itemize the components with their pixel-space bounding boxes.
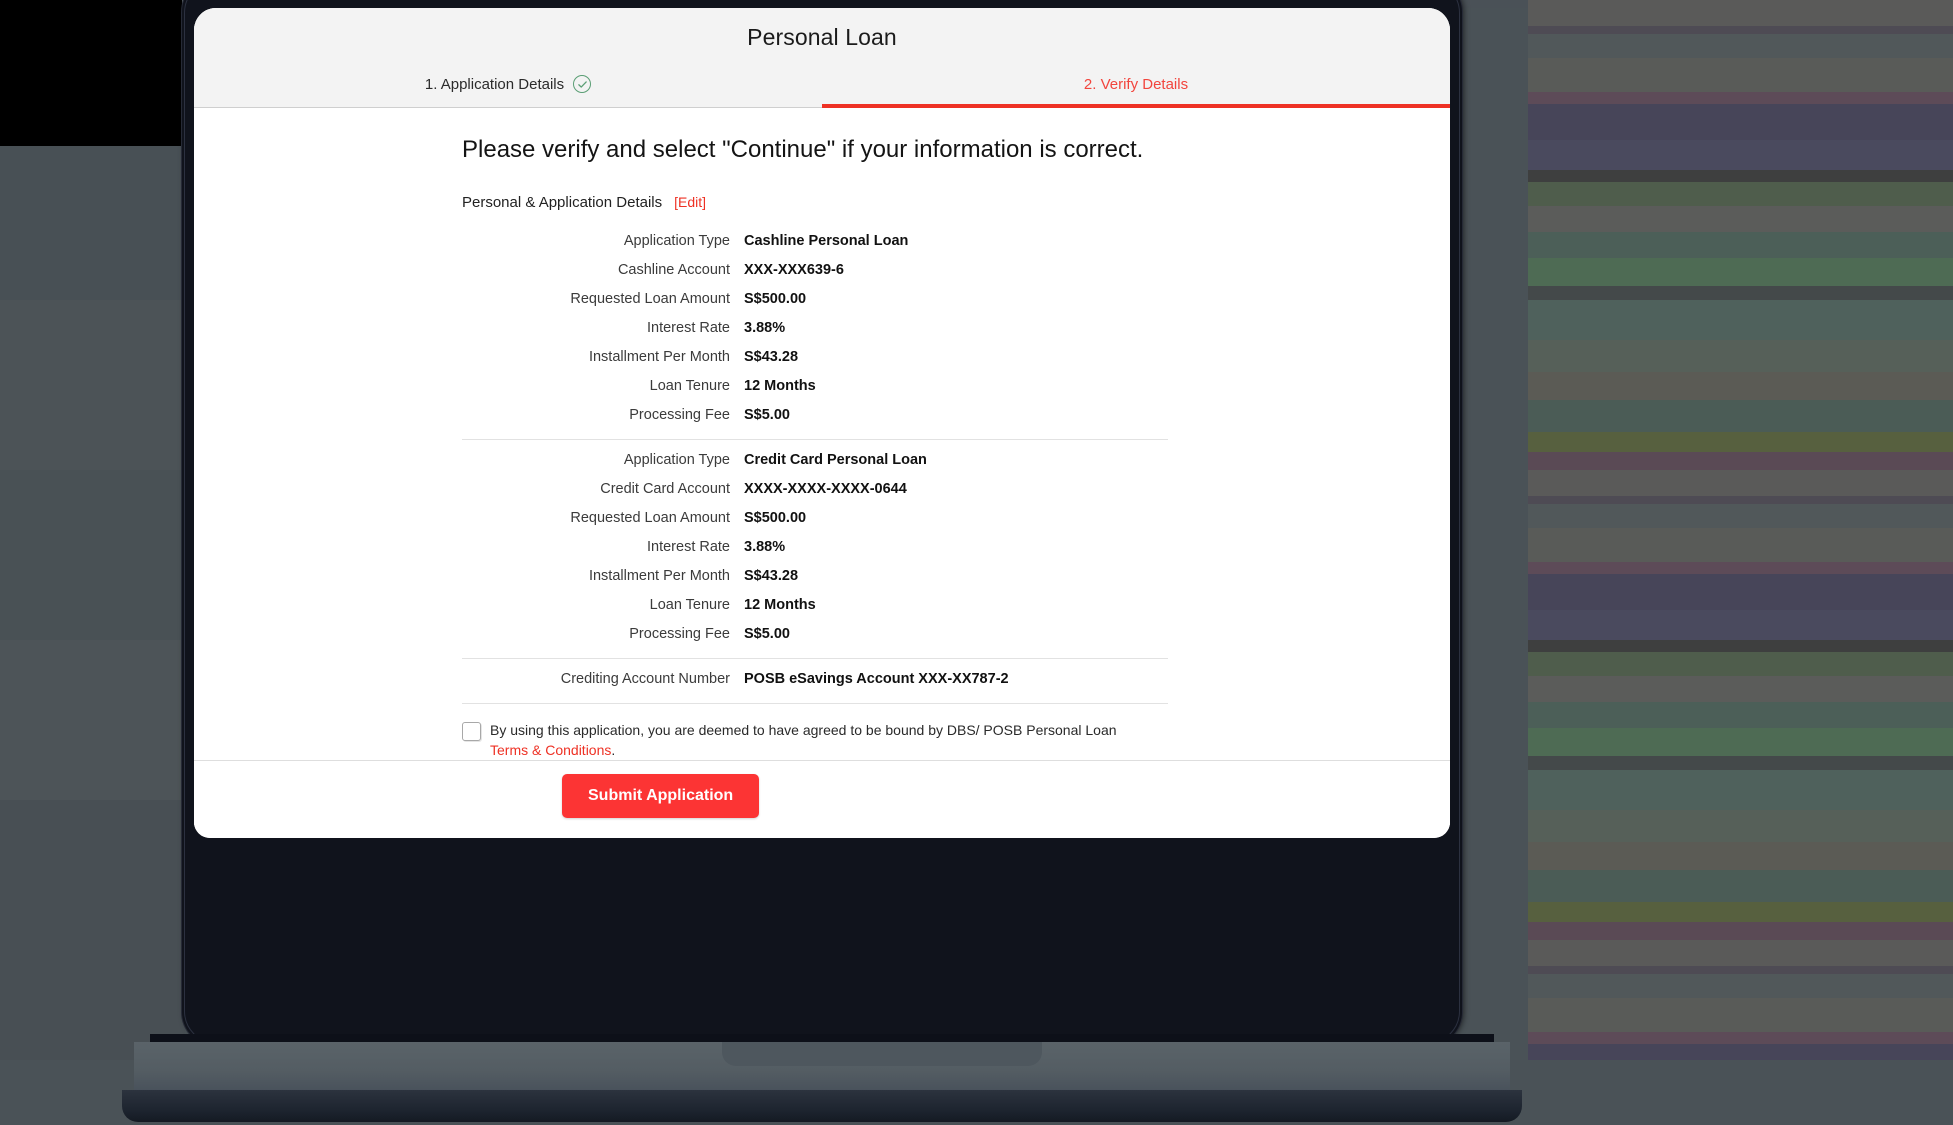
row-value: 12 Months <box>744 378 816 394</box>
verify-content: Please verify and select "Continue" if y… <box>194 108 1450 761</box>
laptop-base-notch <box>722 1042 1042 1066</box>
app-header: Personal Loan 1. Application Details 2. … <box>194 8 1450 108</box>
row-value: Cashline Personal Loan <box>744 233 909 249</box>
row-label: Application Type <box>623 452 730 468</box>
step-application-details[interactable]: 1. Application Details <box>194 69 822 107</box>
progress-steps: 1. Application Details 2. Verify Details <box>194 69 1450 108</box>
row-value: S$500.00 <box>744 291 807 307</box>
table-row: Processing Fee S$5.00 <box>462 626 1168 642</box>
app-body: Please verify and select "Continue" if y… <box>194 108 1450 830</box>
app-footer: Submit Application <box>194 760 1450 830</box>
row-label: Requested Loan Amount <box>570 291 730 307</box>
details-block-credit-card: Application Type Credit Card Personal Lo… <box>462 440 1168 659</box>
terms-text: By using this application, you are deeme… <box>490 721 1150 761</box>
row-label: Installment Per Month <box>588 349 730 365</box>
row-label: Crediting Account Number <box>560 671 730 687</box>
terms-checkbox[interactable] <box>462 722 481 741</box>
details-block-crediting-account: Crediting Account Number POSB eSavings A… <box>462 659 1168 704</box>
section-header: Personal & Application Details [Edit] <box>462 194 1450 211</box>
row-value: 3.88% <box>744 539 786 555</box>
row-value: XXX-XXX639-6 <box>744 262 844 278</box>
terms-and-conditions-link[interactable]: Terms & Conditions <box>490 742 611 758</box>
row-value: S$5.00 <box>744 407 790 423</box>
row-value: S$43.28 <box>744 349 799 365</box>
terms-text-before: By using this application, you are deeme… <box>490 722 1117 738</box>
background-right-stripes <box>1528 0 1953 1060</box>
table-row: Crediting Account Number POSB eSavings A… <box>462 671 1168 687</box>
table-row: Loan Tenure 12 Months <box>462 378 1168 394</box>
step-verify-details[interactable]: 2. Verify Details <box>822 69 1450 108</box>
row-label: Interest Rate <box>646 320 730 336</box>
terms-text-after: . <box>611 741 616 758</box>
step-verify-details-label: 2. Verify Details <box>1083 75 1189 93</box>
row-label: Installment Per Month <box>588 568 730 584</box>
row-value: Credit Card Personal Loan <box>744 452 927 468</box>
terms-agreement-row: By using this application, you are deeme… <box>462 704 1150 761</box>
loan-application-app: Personal Loan 1. Application Details 2. … <box>194 8 1450 838</box>
row-label: Application Type <box>623 233 730 249</box>
laptop-base-front <box>122 1090 1522 1122</box>
row-label: Interest Rate <box>646 539 730 555</box>
row-label: Cashline Account <box>617 262 730 278</box>
row-value: 3.88% <box>744 320 786 336</box>
verify-headline: Please verify and select "Continue" if y… <box>462 136 1144 163</box>
edit-link[interactable]: [Edit] <box>674 194 706 210</box>
row-label: Loan Tenure <box>649 378 730 394</box>
row-value: 12 Months <box>744 597 816 613</box>
row-label: Requested Loan Amount <box>570 510 730 526</box>
check-circle-icon <box>573 75 592 93</box>
table-row: Application Type Credit Card Personal Lo… <box>462 452 1168 468</box>
laptop-screen: Personal Loan 1. Application Details 2. … <box>194 8 1450 838</box>
background-left-panel <box>0 0 185 1060</box>
section-title: Personal & Application Details <box>462 194 663 211</box>
row-label: Processing Fee <box>629 407 730 423</box>
submit-application-button[interactable]: Submit Application <box>562 773 760 818</box>
table-row: Requested Loan Amount S$500.00 <box>462 291 1168 307</box>
laptop-mockup: Personal Loan 1. Application Details 2. … <box>122 0 1522 1122</box>
laptop-hinge <box>150 1034 1494 1042</box>
table-row: Requested Loan Amount S$500.00 <box>462 510 1168 526</box>
table-row: Loan Tenure 12 Months <box>462 597 1168 613</box>
row-label: Loan Tenure <box>649 597 730 613</box>
table-row: Interest Rate 3.88% <box>462 320 1168 336</box>
page-title: Personal Loan <box>747 24 897 50</box>
screenshot-stage: Personal Loan 1. Application Details 2. … <box>0 0 1953 1125</box>
table-row: Processing Fee S$5.00 <box>462 407 1168 423</box>
table-row: Cashline Account XXX-XXX639-6 <box>462 262 1168 278</box>
background-left-black-block <box>0 0 182 146</box>
row-value: POSB eSavings Account XXX-XX787-2 <box>744 671 1009 687</box>
table-row: Interest Rate 3.88% <box>462 539 1168 555</box>
table-row: Credit Card Account XXXX-XXXX-XXXX-0644 <box>462 481 1168 497</box>
details-block-cashline: Application Type Cashline Personal Loan … <box>462 221 1168 440</box>
row-label: Credit Card Account <box>600 481 730 497</box>
table-row: Installment Per Month S$43.28 <box>462 349 1168 365</box>
row-value: S$43.28 <box>744 568 799 584</box>
row-value: XXXX-XXXX-XXXX-0644 <box>744 481 907 497</box>
row-value: S$500.00 <box>744 510 807 526</box>
row-label: Processing Fee <box>629 626 730 642</box>
table-row: Installment Per Month S$43.28 <box>462 568 1168 584</box>
table-row: Application Type Cashline Personal Loan <box>462 233 1168 249</box>
step-application-details-label: 1. Application Details <box>424 75 565 93</box>
row-value: S$5.00 <box>744 626 790 642</box>
